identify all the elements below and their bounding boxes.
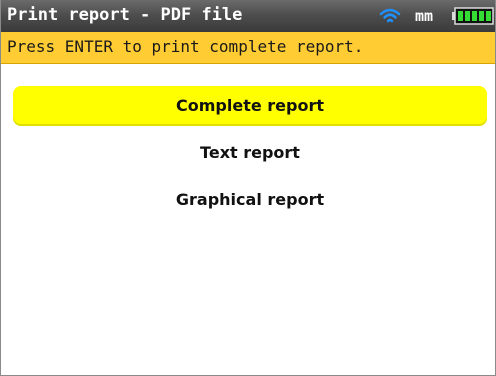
menu-item-text-report[interactable]: Text report — [13, 133, 487, 173]
hint-bar: Press ENTER to print complete report. — [1, 32, 495, 64]
page-title: Print report - PDF file — [7, 5, 243, 25]
menu-item-complete-report[interactable]: Complete report — [13, 86, 487, 126]
unit-label: mm — [415, 7, 434, 25]
hint-text: Press ENTER to print complete report. — [7, 37, 364, 56]
battery-icon — [452, 7, 494, 25]
menu-item-label: Complete report — [176, 96, 324, 115]
menu-item-label: Text report — [200, 143, 300, 162]
menu-item-label: Graphical report — [175, 190, 325, 209]
menu-item-graphical-report[interactable]: Graphical report — [13, 180, 487, 220]
report-menu: Complete report Text report Graphical re… — [13, 86, 487, 227]
wifi-icon — [379, 7, 401, 25]
device-screen: Print report - PDF file mm Press ENTER t… — [0, 0, 496, 376]
title-bar: Print report - PDF file mm — [1, 0, 495, 32]
